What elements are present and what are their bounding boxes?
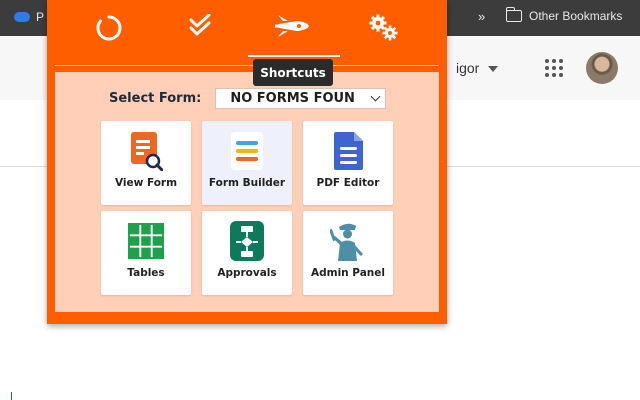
view-form-card[interactable]: View Form xyxy=(101,121,191,205)
other-bookmarks-button[interactable]: Other Bookmarks xyxy=(505,7,623,23)
tab-settings[interactable] xyxy=(360,14,408,56)
tab-shortcuts[interactable] xyxy=(269,14,317,56)
text-cursor xyxy=(11,392,12,400)
folder-icon xyxy=(505,7,522,22)
user-name[interactable]: igor xyxy=(456,60,479,76)
tables-icon xyxy=(128,223,164,259)
approvals-icon xyxy=(230,221,264,261)
view-form-label: View Form xyxy=(114,177,178,189)
view-form-icon xyxy=(131,132,163,171)
extension-popup: Shortcuts Select Form: NO FORMS FOUN Vie… xyxy=(47,0,447,324)
tables-card[interactable]: Tables xyxy=(101,211,191,295)
select-form-label: Select Form: xyxy=(109,91,202,106)
caret-down-icon[interactable] xyxy=(488,66,498,72)
gears-icon xyxy=(369,14,398,41)
pdf-editor-icon xyxy=(334,132,363,170)
tabs-divider xyxy=(55,65,439,66)
select-form-dropdown[interactable]: NO FORMS FOUN xyxy=(215,88,387,109)
rocket-icon xyxy=(275,15,309,37)
cloud-icon xyxy=(14,12,30,22)
other-bookmarks-label: Other Bookmarks xyxy=(529,9,623,23)
tab-refresh[interactable] xyxy=(85,14,133,56)
select-form-value: NO FORMS FOUN xyxy=(230,91,355,106)
double-check-icon xyxy=(189,14,211,36)
tab-checks[interactable] xyxy=(177,14,225,56)
select-form-row: Select Form: NO FORMS FOUN xyxy=(109,88,387,109)
more-bookmarks-chevron-icon[interactable]: » xyxy=(478,9,485,24)
shortcuts-panel: Select Form: NO FORMS FOUN View Form For… xyxy=(55,72,439,312)
admin-panel-icon xyxy=(330,223,363,261)
pdf-editor-label: PDF Editor xyxy=(316,177,380,189)
active-tab-indicator xyxy=(248,55,340,57)
admin-panel-label: Admin Panel xyxy=(310,267,385,279)
apps-grid-icon[interactable] xyxy=(545,59,563,77)
pdf-editor-card[interactable]: PDF Editor xyxy=(303,121,393,205)
form-builder-label: Form Builder xyxy=(208,177,286,189)
approvals-card[interactable]: Approvals xyxy=(202,211,292,295)
bookmark-label: P xyxy=(36,10,45,24)
chevron-down-icon xyxy=(370,91,381,102)
refresh-icon xyxy=(96,15,122,41)
form-builder-card[interactable]: Form Builder xyxy=(202,121,292,205)
popup-tabs xyxy=(47,0,447,64)
form-builder-icon xyxy=(231,132,263,170)
tables-label: Tables xyxy=(127,267,165,279)
admin-panel-card[interactable]: Admin Panel xyxy=(303,211,393,295)
avatar[interactable] xyxy=(586,52,618,84)
shortcuts-tooltip: Shortcuts xyxy=(253,59,333,86)
approvals-label: Approvals xyxy=(217,267,277,279)
bookmark-item[interactable]: P xyxy=(14,10,44,24)
